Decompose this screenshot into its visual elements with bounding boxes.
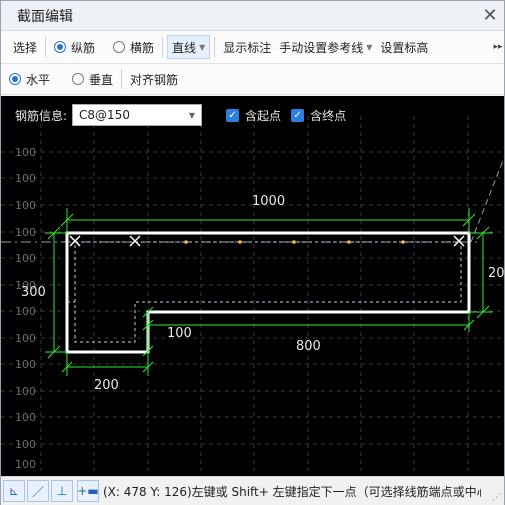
longitudinal-label: 纵筋 bbox=[71, 40, 96, 55]
line-mode-dropdown[interactable]: 直线 ▼ bbox=[167, 35, 211, 59]
show-dimensions-button[interactable]: 显示标注 bbox=[219, 35, 275, 59]
set-elevation-button[interactable]: 设置标高 bbox=[376, 35, 432, 59]
rebar-info-bar: 钢筋信息: C8@150 ▼ ✓ 含起点 ✓ 含终点 bbox=[15, 104, 346, 126]
main-toolbar: 选择 纵筋 横筋 直线 ▼ 显示标注 手动设置参考线 ▼ 设置标高 ▸▸ bbox=[1, 31, 504, 64]
include-start-label: 含起点 bbox=[245, 108, 282, 123]
line-mode-label: 直线 bbox=[172, 40, 197, 55]
grid-label: 100 bbox=[15, 172, 36, 185]
secondary-toolbar: 水平 垂直 对齐钢筋 bbox=[1, 64, 504, 95]
section-drawing: 100 100 100 100 100 100 100 100 100 100 … bbox=[1, 116, 504, 471]
orthogonal-snap-icon[interactable]: ⊾ bbox=[3, 480, 25, 502]
grid-labels: 100 100 100 100 100 100 100 100 100 100 … bbox=[15, 146, 36, 471]
vertical-label: 垂直 bbox=[89, 72, 114, 87]
grid-label: 100 bbox=[15, 146, 36, 159]
radio-unselected-icon bbox=[72, 73, 85, 85]
horizontal-radio[interactable]: 水平 bbox=[5, 67, 54, 91]
dimension-right: 20 bbox=[488, 266, 504, 281]
diagonal-line-icon[interactable]: ／ bbox=[27, 480, 49, 502]
grid-label: 100 bbox=[15, 385, 36, 398]
grid-label: 100 bbox=[15, 226, 36, 239]
perpendicular-icon[interactable]: ⊥ bbox=[51, 480, 73, 502]
status-bar: ⊾ ／ ⊥ +▬ (X: 478 Y: 126)左键或 Shift+ 左键指定下… bbox=[1, 476, 504, 505]
grid-label: 100 bbox=[15, 332, 36, 345]
overflow-chevron-icon[interactable]: ▸▸ bbox=[492, 37, 504, 57]
resize-grip-icon[interactable]: ⋰ bbox=[492, 493, 501, 503]
include-start-checkbox[interactable]: ✓ bbox=[226, 108, 240, 122]
window-title: 截面编辑 bbox=[17, 8, 73, 25]
chevron-down-icon: ▼ bbox=[366, 42, 373, 52]
radio-selected-icon bbox=[9, 73, 21, 85]
grid-label: 100 bbox=[15, 305, 36, 318]
rebar-endpoint-icon bbox=[69, 235, 465, 247]
horizontal-label: 水平 bbox=[26, 72, 51, 87]
manual-reference-label: 手动设置参考线 bbox=[279, 40, 364, 55]
grid-label: 100 bbox=[15, 458, 36, 471]
add-point-icon[interactable]: +▬ bbox=[77, 480, 99, 502]
toolbar-divider bbox=[214, 37, 216, 57]
radio-selected-icon bbox=[54, 41, 67, 53]
section-outline bbox=[65, 231, 471, 354]
toolbar-divider bbox=[45, 37, 47, 57]
close-icon[interactable]: ✕ bbox=[476, 5, 504, 26]
grid-label: 100 bbox=[15, 411, 36, 424]
manual-reference-dropdown[interactable]: 手动设置参考线 ▼ bbox=[275, 35, 376, 59]
dimension-step: 100 bbox=[167, 326, 192, 341]
dimension-left: 300 bbox=[21, 285, 46, 300]
align-rebar-button[interactable]: 对齐钢筋 bbox=[126, 67, 182, 91]
chevron-down-icon: ▼ bbox=[188, 110, 196, 120]
grid-label: 100 bbox=[15, 199, 36, 212]
select-tool[interactable]: 选择 bbox=[9, 35, 41, 59]
rebar-path bbox=[74, 241, 462, 343]
rebar-spec-value: C8@150 bbox=[79, 108, 130, 122]
dimension-middle: 800 bbox=[296, 339, 321, 354]
dimension-labels: 1000 300 20 100 800 200 bbox=[21, 194, 504, 393]
drawing-canvas[interactable]: 100 100 100 100 100 100 100 100 100 100 … bbox=[1, 96, 504, 476]
toolbar-divider bbox=[162, 37, 164, 57]
rebar-spec-select[interactable]: C8@150 ▼ bbox=[72, 104, 203, 126]
grid-label: 100 bbox=[15, 358, 36, 371]
transverse-radio[interactable]: 横筋 bbox=[109, 35, 158, 59]
radio-unselected-icon bbox=[113, 41, 126, 53]
title-bar: 截面编辑 ✕ bbox=[1, 1, 504, 31]
grid-lines bbox=[1, 116, 504, 471]
grid-label: 100 bbox=[15, 252, 36, 265]
transverse-label: 横筋 bbox=[130, 40, 155, 55]
dimension-top: 1000 bbox=[252, 194, 285, 209]
status-text: (X: 478 Y: 126)左键或 Shift+ 左键指定下一点（可选择线筋端… bbox=[103, 484, 481, 499]
grid-label: 100 bbox=[15, 438, 36, 451]
toolbar-divider bbox=[121, 69, 123, 89]
section-editor-window: 截面编辑 ✕ 选择 纵筋 横筋 直线 ▼ 显示标注 手动设置参考线 ▼ 设置标高… bbox=[0, 0, 505, 505]
vertical-radio[interactable]: 垂直 bbox=[68, 67, 117, 91]
longitudinal-radio[interactable]: 纵筋 bbox=[50, 35, 99, 59]
chevron-down-icon: ▼ bbox=[199, 42, 206, 52]
rebar-info-label: 钢筋信息: bbox=[15, 108, 68, 123]
include-end-checkbox[interactable]: ✓ bbox=[291, 108, 305, 122]
dimension-bottom: 200 bbox=[94, 378, 119, 393]
cursor-guide-line bbox=[470, 157, 504, 243]
include-end-label: 含终点 bbox=[310, 108, 347, 123]
